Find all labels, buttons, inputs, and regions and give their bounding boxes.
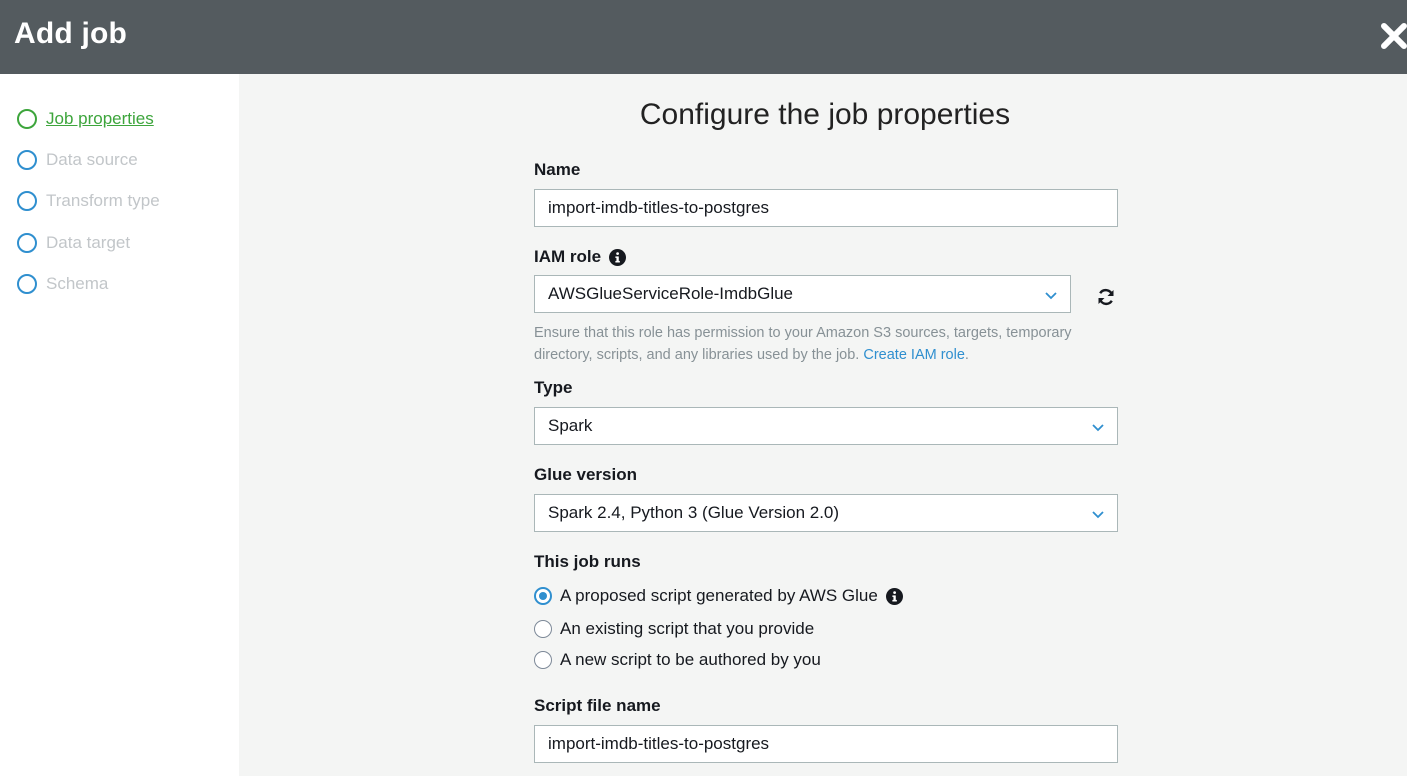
step-circle-icon xyxy=(17,233,37,253)
step-schema: Schema xyxy=(17,273,108,295)
page-title: Configure the job properties xyxy=(239,98,1407,132)
radio-existing-script[interactable]: An existing script that you provide xyxy=(534,618,814,640)
wizard-steps-sidebar: Job properties Data source Transform typ… xyxy=(0,74,239,776)
modal-title: Add job xyxy=(14,17,128,50)
step-job-properties[interactable]: Job properties xyxy=(17,108,154,130)
radio-label[interactable]: A new script to be authored by you xyxy=(560,650,821,670)
name-input-value: import-imdb-titles-to-postgres xyxy=(548,198,770,217)
info-icon[interactable] xyxy=(609,248,627,266)
step-data-source: Data source xyxy=(17,149,138,171)
step-circle-icon xyxy=(17,150,37,170)
script-file-name-value: import-imdb-titles-to-postgres xyxy=(548,734,770,753)
job-properties-form: Configure the job properties Name import… xyxy=(239,74,1407,776)
iam-role-value: AWSGlueServiceRole-ImdbGlue xyxy=(548,284,794,303)
refresh-icon[interactable] xyxy=(1096,287,1116,307)
type-value: Spark xyxy=(548,416,593,435)
radio-button[interactable] xyxy=(534,620,552,638)
close-icon[interactable] xyxy=(1378,20,1407,52)
radio-label[interactable]: A proposed script generated by AWS Glue xyxy=(560,586,878,606)
glue-version-value: Spark 2.4, Python 3 (Glue Version 2.0) xyxy=(548,503,840,522)
chevron-down-icon xyxy=(1092,424,1104,432)
step-transform-type: Transform type xyxy=(17,190,160,212)
step-label: Schema xyxy=(46,274,109,293)
modal-header: Add job xyxy=(0,0,1407,74)
create-iam-role-link[interactable]: Create IAM role xyxy=(863,347,965,363)
script-file-name-label: Script file name xyxy=(534,696,661,715)
chevron-down-icon xyxy=(1092,511,1104,519)
iam-role-help-text: Ensure that this role has permission to … xyxy=(534,325,1072,363)
radio-button[interactable] xyxy=(534,651,552,669)
step-label: Data source xyxy=(46,150,138,169)
script-file-name-input[interactable]: import-imdb-titles-to-postgres xyxy=(534,725,1118,763)
iam-help-text: Ensure that this role has permission to … xyxy=(534,325,1072,363)
glue-version-label: Glue version xyxy=(534,465,637,484)
step-circle-icon xyxy=(17,109,37,129)
step-data-target: Data target xyxy=(17,232,130,254)
radio-proposed-script[interactable]: A proposed script generated by AWS Glue xyxy=(534,585,903,607)
info-icon[interactable] xyxy=(885,587,903,605)
chevron-down-icon xyxy=(1045,292,1057,300)
iam-role-label: IAM role xyxy=(534,247,627,267)
step-circle-icon xyxy=(17,274,37,294)
radio-button[interactable] xyxy=(534,587,552,605)
page-title-text: Configure the job properties xyxy=(639,98,1011,131)
step-label: Transform type xyxy=(46,191,160,210)
name-label: Name xyxy=(534,160,581,179)
step-label[interactable]: Job properties xyxy=(46,109,154,129)
step-label: Data target xyxy=(46,233,131,252)
type-label: Type xyxy=(534,378,573,397)
step-circle-icon xyxy=(17,191,37,211)
radio-new-script[interactable]: A new script to be authored by you xyxy=(534,649,821,671)
type-select[interactable]: Spark xyxy=(534,407,1118,445)
iam-role-select[interactable]: AWSGlueServiceRole-ImdbGlue xyxy=(534,275,1071,313)
name-input[interactable]: import-imdb-titles-to-postgres xyxy=(534,189,1118,227)
radio-label[interactable]: An existing script that you provide xyxy=(560,619,814,639)
iam-role-label-text: IAM role xyxy=(534,247,602,266)
glue-version-select[interactable]: Spark 2.4, Python 3 (Glue Version 2.0) xyxy=(534,494,1118,532)
job-runs-label: This job runs xyxy=(534,552,641,571)
